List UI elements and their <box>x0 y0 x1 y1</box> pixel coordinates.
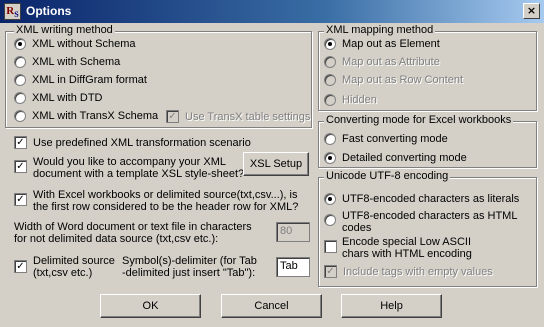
radio-map-attribute[interactable]: Map out as Attribute <box>324 56 440 68</box>
radio-xml-transx[interactable]: XML with TransX Schema <box>14 110 158 122</box>
delimited-source-label-line1: Delimited source <box>33 255 115 267</box>
header-row-checkbox[interactable]: ✓ <box>14 193 27 206</box>
radio-label: Hidden <box>342 94 377 106</box>
delimiter-label-line2: -delimited just insert "Tab"): <box>122 267 256 279</box>
encode-low-ascii-label-line2: chars with HTML encoding <box>342 248 472 260</box>
use-transx-settings-checkbox[interactable]: ✓ Use TransX table settings <box>166 110 310 123</box>
width-label-line1: Width of Word document or text file in c… <box>14 221 252 233</box>
radio-button[interactable] <box>324 74 336 86</box>
unicode-title: Unicode UTF-8 encoding <box>324 170 451 182</box>
header-row-label-line1: With Excel workbooks or delimited source… <box>33 189 298 201</box>
checkbox-label: Include tags with empty values <box>343 265 493 278</box>
accompany-xsl-label-line1: Would you like to accompany your XML <box>33 156 226 168</box>
radio-map-hidden[interactable]: Hidden <box>324 94 377 106</box>
radio-button[interactable] <box>324 94 336 106</box>
window-title: Options <box>26 4 72 18</box>
accompany-xsl-label-line2: document with a template XSL style-sheet… <box>33 168 245 180</box>
xsl-setup-button[interactable]: XSL Setup <box>243 152 309 176</box>
radio-label: XML with DTD <box>32 92 103 104</box>
encode-low-ascii-checkbox[interactable] <box>324 240 337 253</box>
radio-xml-dtd[interactable]: XML with DTD <box>14 92 103 104</box>
radio-label: XML with Schema <box>32 56 121 68</box>
radio-label: XML without Schema <box>32 38 136 50</box>
checkbox-label: Use TransX table settings <box>185 110 311 123</box>
delimited-source-label-line2: (txt,csv etc.) <box>33 267 93 279</box>
utf8-html-label-line1: UTF8-encoded characters as HTML <box>342 210 518 222</box>
checkbox[interactable]: ✓ <box>324 265 337 278</box>
radio-xml-with-schema[interactable]: XML with Schema <box>14 56 120 68</box>
radio-button[interactable] <box>324 152 336 164</box>
radio-label: Fast converting mode <box>342 133 448 145</box>
radio-fast-mode[interactable]: Fast converting mode <box>324 133 448 145</box>
encode-low-ascii-label-line1: Encode special Low ASCII <box>342 236 472 248</box>
converting-mode-title: Converting mode for Excel workbooks <box>324 114 514 126</box>
utf8-html-label-line2: codes <box>342 222 372 234</box>
radio-label: XML with TransX Schema <box>32 110 159 122</box>
radio-xml-without-schema[interactable]: XML without Schema <box>14 38 136 50</box>
radio-utf8-literals[interactable]: UTF8-encoded characters as literals <box>324 193 519 205</box>
radio-button[interactable] <box>14 74 26 86</box>
radio-button[interactable] <box>14 110 26 122</box>
delimited-source-checkbox[interactable]: ✓ <box>14 260 27 273</box>
delimiter-label-line1: Symbol(s)-delimiter (for Tab <box>122 255 257 267</box>
radio-label: Detailed converting mode <box>342 152 467 164</box>
header-row-label-line2: the first row considered to be the heade… <box>33 201 299 213</box>
radio-button[interactable] <box>324 38 336 50</box>
radio-xml-diffgram[interactable]: XML in DiffGram format <box>14 74 147 86</box>
app-logo-icon: RS <box>4 3 21 20</box>
radio-button[interactable] <box>14 92 26 104</box>
include-empty-tags-checkbox[interactable]: ✓ Include tags with empty values <box>324 265 493 278</box>
width-input[interactable]: 80 <box>276 222 310 242</box>
radio-button[interactable] <box>324 133 336 145</box>
radio-button[interactable] <box>324 56 336 68</box>
xml-writing-title: XML writing method <box>14 24 115 36</box>
radio-label: Map out as Element <box>342 38 440 50</box>
radio-label: UTF8-encoded characters as literals <box>342 193 520 205</box>
radio-utf8-html-codes[interactable] <box>324 214 336 226</box>
ok-button[interactable]: OK <box>100 294 201 318</box>
checkbox[interactable]: ✓ <box>166 110 179 123</box>
radio-label: Map out as Attribute <box>342 56 440 68</box>
delimiter-input[interactable]: Tab <box>276 257 310 277</box>
predefined-scenario-checkbox[interactable]: ✓ Use predefined XML transformation scen… <box>14 136 251 149</box>
checkbox-label: Use predefined XML transformation scenar… <box>33 136 251 149</box>
radio-detailed-mode[interactable]: Detailed converting mode <box>324 152 467 164</box>
radio-button[interactable] <box>14 56 26 68</box>
radio-map-element[interactable]: Map out as Element <box>324 38 440 50</box>
xml-mapping-title: XML mapping method <box>324 24 436 36</box>
radio-button[interactable] <box>324 193 336 205</box>
cancel-button[interactable]: Cancel <box>221 294 322 318</box>
close-button[interactable]: × <box>523 3 540 19</box>
radio-button[interactable] <box>14 38 26 50</box>
width-label-line2: for not delimited data source (txt,csv e… <box>14 233 219 245</box>
title-bar[interactable]: RS Options × <box>0 0 544 23</box>
checkbox[interactable]: ✓ <box>14 136 27 149</box>
radio-map-row-content[interactable]: Map out as Row Content <box>324 74 463 86</box>
accompany-xsl-checkbox[interactable]: ✓ <box>14 160 27 173</box>
help-button[interactable]: Help <box>341 294 442 318</box>
radio-label: Map out as Row Content <box>342 74 464 86</box>
radio-label: XML in DiffGram format <box>32 74 147 86</box>
